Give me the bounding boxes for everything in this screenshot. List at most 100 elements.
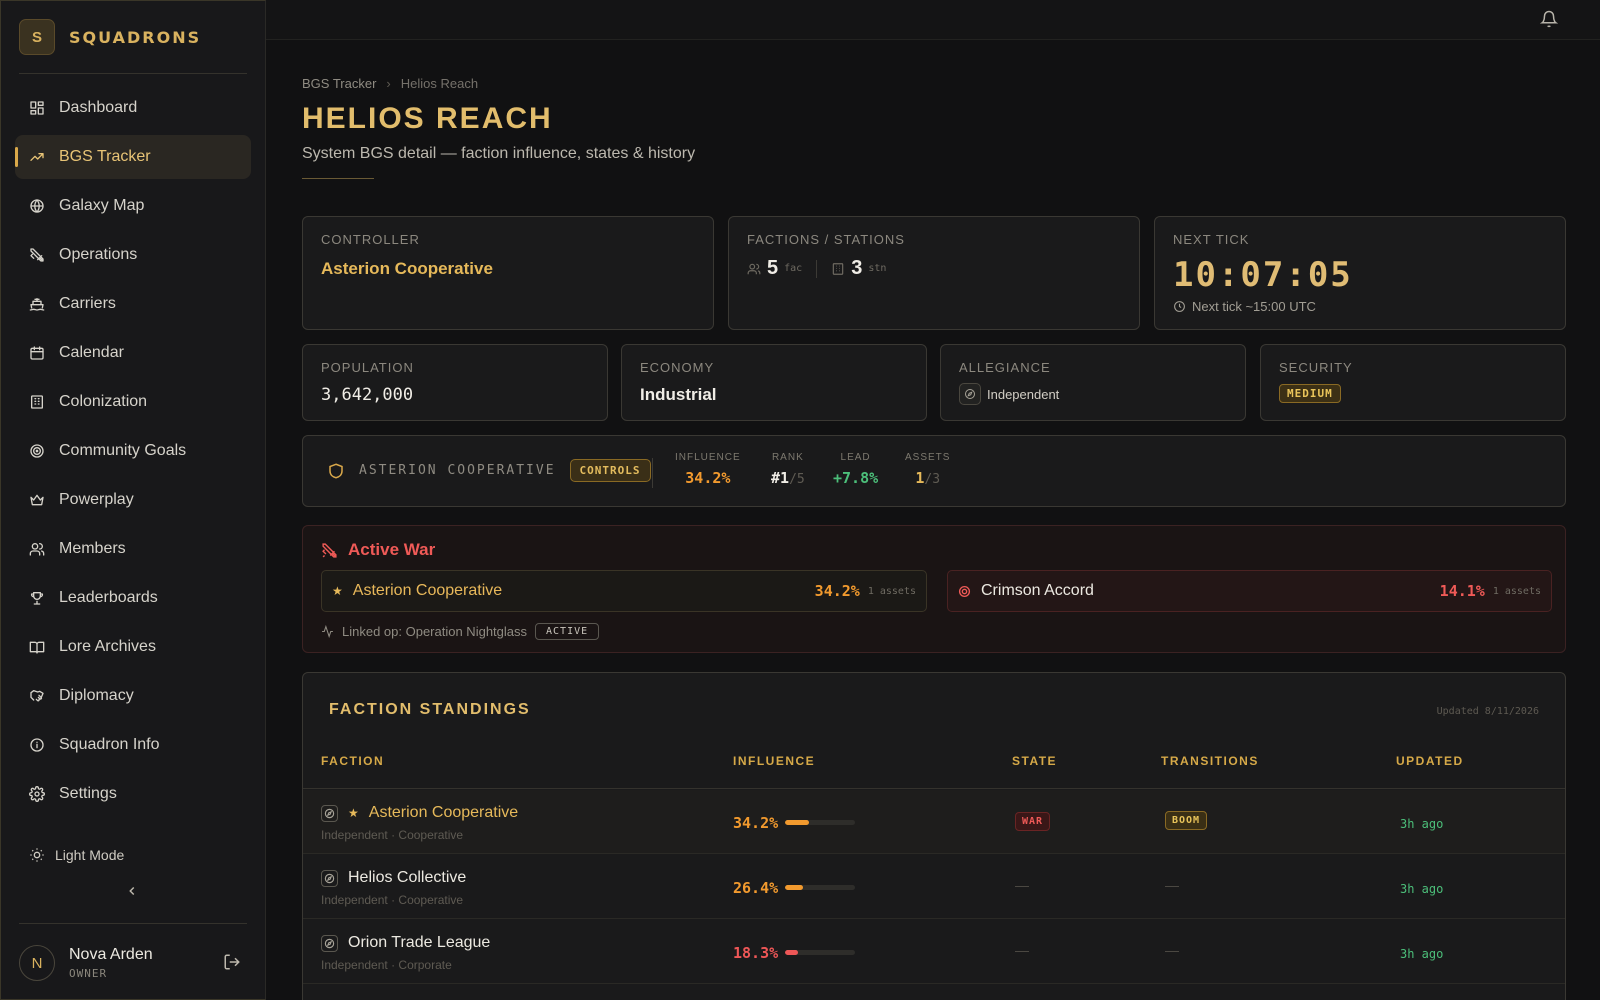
sidebar-item-calendar[interactable]: Calendar	[15, 331, 251, 375]
war-left-pct: 34.2%	[814, 582, 860, 600]
linked-operation[interactable]: Linked op: Operation Nightglass ACTIVE	[321, 623, 600, 640]
war-left-name: Asterion Cooperative	[352, 582, 503, 599]
crown-icon	[30, 494, 44, 506]
table-row[interactable]: ★ Asterion Cooperative Independent · Coope…	[303, 790, 1565, 854]
economy-label: ECONOMY	[640, 360, 715, 375]
table-row[interactable]: Orion Trade League Independent · Corporat…	[303, 920, 1565, 984]
updated-time: 3h ago	[1400, 882, 1444, 896]
sidebar-item-operations[interactable]: Operations	[15, 233, 251, 277]
lead-stat: LEAD +7.8%	[833, 452, 878, 487]
assets-stat: ASSETS 1/3	[905, 452, 950, 487]
sidebar-item-members[interactable]: Members	[15, 527, 251, 571]
target-icon	[30, 444, 44, 458]
brand[interactable]: S SQUADRONS	[19, 19, 201, 55]
compass-icon	[321, 805, 338, 822]
next-tick-label: NEXT TICK	[1173, 232, 1250, 247]
rank-value: #1	[771, 469, 790, 487]
sidebar-item-colonization[interactable]: Colonization	[15, 380, 251, 424]
war-right-pct: 14.1%	[1439, 582, 1485, 600]
influence-stat: INFLUENCE 34.2%	[675, 452, 741, 487]
security-label: SECURITY	[1279, 360, 1353, 375]
building-icon	[31, 395, 43, 409]
next-tick-countdown: 10:07:05	[1173, 255, 1353, 295]
sidebar-item-galaxy-map[interactable]: Galaxy Map	[15, 184, 251, 228]
sidebar-item-label: BGS Tracker	[59, 148, 151, 165]
column-state[interactable]: STATE	[1012, 754, 1057, 768]
logout-button[interactable]	[223, 953, 241, 976]
rank-stat-label: RANK	[771, 452, 804, 463]
divider	[652, 458, 653, 488]
sidebar-item-dashboard[interactable]: Dashboard	[15, 86, 251, 130]
sidebar-item-squadron-info[interactable]: Squadron Info	[15, 723, 251, 767]
controller-value[interactable]: Asterion Cooperative	[321, 259, 493, 279]
collapse-sidebar-button[interactable]	[125, 884, 139, 903]
economy-card: ECONOMY Industrial	[621, 344, 927, 421]
user-profile[interactable]: N Nova Arden OWNER	[19, 943, 247, 983]
book-icon	[29, 641, 45, 654]
sidebar-item-leaderboards[interactable]: Leaderboards	[15, 576, 251, 620]
shield-icon	[329, 462, 343, 479]
sidebar-item-community-goals[interactable]: Community Goals	[15, 429, 251, 473]
light-mode-label: Light Mode	[55, 847, 125, 863]
column-updated[interactable]: UPDATED	[1396, 754, 1464, 768]
influence-bar-fill	[785, 885, 804, 890]
next-tick-note-text: Next tick ~15:00 UTC	[1192, 299, 1316, 314]
assets-stat-value: 1/3	[905, 469, 950, 487]
allegiance-value: Independent	[987, 386, 1060, 402]
sidebar-item-bgs-tracker[interactable]: BGS Tracker	[15, 135, 251, 179]
sidebar-item-powerplay[interactable]: Powerplay	[15, 478, 251, 522]
star-icon: ★	[332, 584, 343, 598]
column-faction[interactable]: FACTION	[321, 754, 384, 768]
sidebar-item-carriers[interactable]: Carriers	[15, 282, 251, 326]
faction-standings-card: FACTION STANDINGS Updated 8/11/2026 FACT…	[302, 672, 1566, 1000]
lead-stat-value: +7.8%	[833, 469, 879, 487]
star-icon: ★	[348, 806, 359, 820]
breadcrumb-current: Helios Reach	[400, 76, 479, 91]
faction-name[interactable]: Helios Collective	[348, 869, 466, 887]
influence-bar	[785, 950, 855, 955]
divider	[816, 259, 818, 278]
controller-label: CONTROLLER	[321, 232, 420, 247]
influence-stat-label: INFLUENCE	[675, 452, 741, 463]
title-underline	[302, 178, 374, 179]
sidebar-item-settings[interactable]: Settings	[15, 772, 251, 816]
light-mode-toggle[interactable]: Light Mode	[29, 847, 124, 863]
trophy-icon	[30, 592, 44, 605]
faction-name[interactable]: Orion Trade League	[348, 934, 490, 952]
war-side-crimson[interactable]: Crimson Accord 14.1% 1 assets	[947, 570, 1552, 612]
column-transitions[interactable]: TRANSITIONS	[1161, 754, 1259, 768]
table-row[interactable]: Helios Collective Independent · Cooperati…	[303, 855, 1565, 919]
transition-badge: BOOM	[1165, 811, 1208, 830]
active-war-title-text: Active War	[348, 540, 436, 559]
sidebar-item-lore-archives[interactable]: Lore Archives	[15, 625, 251, 669]
page-subtitle: System BGS detail — faction influence, s…	[302, 145, 696, 162]
user-name: Nova Arden	[69, 946, 153, 963]
divider	[19, 73, 247, 74]
influence-value: 26.4%	[733, 879, 779, 897]
sidebar-item-label: Leaderboards	[59, 589, 158, 606]
sidebar-item-label: Diplomacy	[59, 687, 134, 704]
breadcrumb-root-link[interactable]: BGS Tracker	[302, 76, 376, 91]
brand-name: SQUADRONS	[69, 27, 202, 47]
sidebar-nav: Dashboard BGS Tracker Galaxy Map Operations…	[15, 86, 251, 838]
influence-bar	[785, 820, 855, 825]
sidebar-item-diplomacy[interactable]: Diplomacy	[15, 674, 251, 718]
compass-icon	[321, 935, 338, 952]
column-influence[interactable]: INFLUENCE	[733, 754, 815, 768]
handshake-icon	[30, 690, 44, 702]
compass-icon	[321, 870, 338, 887]
economy-value: Industrial	[640, 385, 717, 404]
linked-operation-text: Linked op: Operation Nightglass	[342, 624, 528, 639]
war-side-asterion[interactable]: ★ Asterion Cooperative 34.2% 1 assets	[321, 570, 927, 612]
sidebar-item-label: Squadron Info	[59, 736, 160, 753]
controlling-faction-summary: ASTERION COOPERATIVE CONTROLS	[327, 459, 651, 482]
rank-stat-value: #1/5	[771, 469, 805, 487]
faction-unit: fac	[784, 263, 803, 274]
transition-empty: —	[1165, 942, 1179, 958]
sidebar: S SQUADRONS Dashboard BGS Tracker Galaxy M…	[0, 0, 266, 1000]
faction-subtitle: Independent · Corporate	[321, 958, 452, 972]
allegiance-label: ALLEGIANCE	[959, 360, 1051, 375]
faction-name[interactable]: ★ Asterion Cooperative	[348, 804, 518, 822]
notifications-button[interactable]	[1539, 10, 1559, 33]
topbar	[266, 0, 1600, 40]
